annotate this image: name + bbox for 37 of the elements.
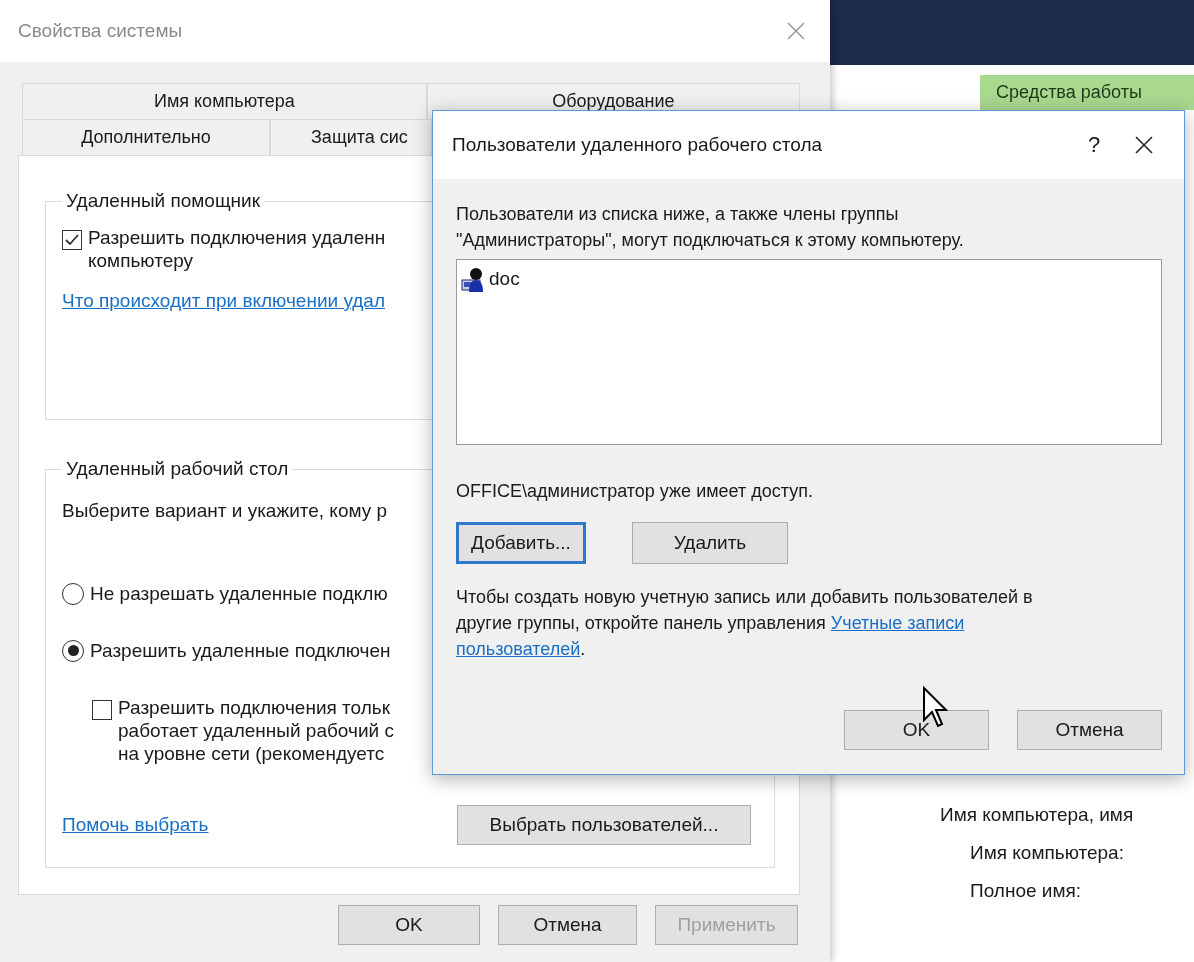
dialog-button[interactable]: OK xyxy=(338,905,480,945)
user-name[interactable]: doc xyxy=(489,268,520,290)
accounts-link[interactable]: пользователей xyxy=(456,639,581,659)
tab[interactable]: Имя компьютера xyxy=(22,83,427,119)
radio-label: Не разрешать удаленные подклю xyxy=(90,582,388,605)
accounts-link[interactable]: Учетные записи xyxy=(830,613,965,633)
access-note: OFFICE\администратор уже имеет доступ. xyxy=(456,481,814,502)
radio-button[interactable] xyxy=(62,639,84,662)
hint-text: Выберите вариант и укажите, кому р xyxy=(62,500,389,522)
select-users-button[interactable]: Выбрать пользователей... xyxy=(457,805,751,845)
dialog-button[interactable]: Отмена xyxy=(498,905,637,945)
ribbon-tab[interactable]: Средства работы xyxy=(980,75,1194,110)
field-label: Имя компьютера: xyxy=(969,842,1125,864)
help-link[interactable]: Помочь выбрать xyxy=(62,814,209,836)
tab[interactable]: Защита сис xyxy=(270,119,432,155)
radio-button[interactable] xyxy=(62,582,84,605)
checkbox[interactable] xyxy=(62,230,82,250)
checkbox[interactable] xyxy=(92,700,112,720)
dialog-button[interactable]: Добавить... xyxy=(456,522,586,564)
group-title: Удаленный помощник xyxy=(65,190,261,212)
checkbox-label: Разрешить подключения тольк работает удаленный рабочий с на уровне сети (рекомендуетс xyxy=(118,696,394,765)
tab[interactable]: Дополнительно xyxy=(22,119,270,155)
description-text: Пользователи из списка ниже, а также члены группы "Администраторы", могут подключаться к этому компьютеру. xyxy=(456,203,965,252)
close-icon[interactable] xyxy=(1134,135,1154,155)
dialog-button[interactable]: Отмена xyxy=(1017,710,1162,750)
group-title: Удаленный рабочий стол xyxy=(65,458,290,480)
dialog-button[interactable]: OK xyxy=(844,710,989,750)
dialog-title: Пользователи удаленного рабочего стола xyxy=(452,134,824,156)
check-icon xyxy=(65,234,79,246)
checkbox-label: Разрешить подключения удаленн компьютеру xyxy=(88,226,386,272)
field-label: Полное имя: xyxy=(969,880,1083,902)
radio-label: Разрешить удаленные подключен xyxy=(90,639,391,662)
window-title: Свойства системы xyxy=(18,20,183,42)
instruction-text: Чтобы создать новую учетную запись или добавить пользователей в другие группы, откройте панель управления Учетные записи пользователей. xyxy=(456,586,1034,661)
help-button[interactable]: ? xyxy=(1064,132,1124,158)
dialog-button[interactable]: Удалить xyxy=(632,522,788,564)
section-title: Имя компьютера, имя xyxy=(940,804,1135,826)
